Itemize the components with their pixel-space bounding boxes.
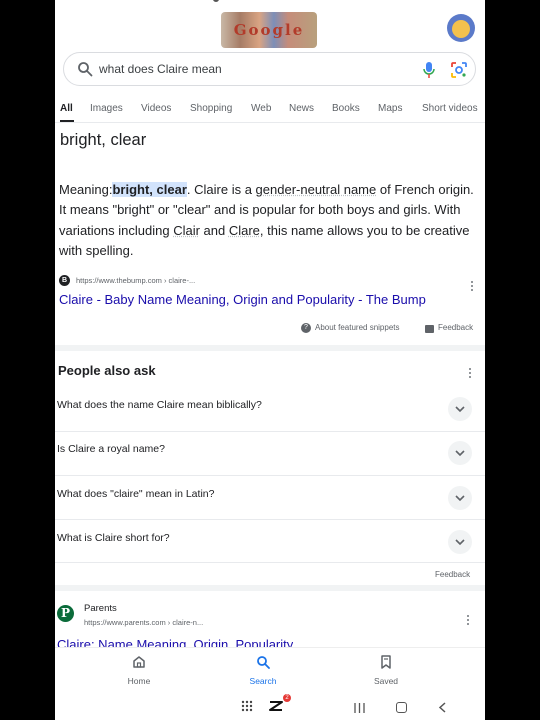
featured-answer: bright, clear (60, 131, 147, 149)
about-featured-snippets[interactable]: About featured snippets (315, 323, 400, 335)
chevron-down-icon[interactable] (448, 530, 472, 554)
chevron-down-icon[interactable] (448, 397, 472, 421)
notification-badge: 2 (283, 694, 291, 702)
result-url[interactable]: https://www.parents.com › claire-n... (84, 618, 203, 627)
tab-images[interactable]: Images (90, 103, 123, 114)
status-bar (55, 0, 485, 6)
tab-news[interactable]: News (289, 103, 314, 114)
camera-dot (213, 0, 219, 2)
paa-question-text: What does "claire" mean in Latin? (57, 488, 215, 500)
paa-feedback[interactable]: Feedback (435, 570, 470, 579)
paa-more-options-icon[interactable] (468, 368, 472, 380)
paa-question[interactable]: Is Claire a royal name? (55, 441, 485, 487)
search-query[interactable]: what does Claire mean (99, 62, 222, 76)
nav-search[interactable]: Search (223, 648, 303, 694)
source-url[interactable]: https://www.thebump.com › claire-... (76, 276, 195, 285)
tab-all[interactable]: All (60, 103, 73, 114)
tab-books[interactable]: Books (332, 103, 360, 114)
snippet-text-1: . Claire is a (186, 182, 256, 197)
clare-link[interactable]: Clare (229, 223, 260, 238)
gender-neutral-link[interactable]: gender-neutral name (256, 182, 377, 197)
bottom-navigation: Home Search Saved (55, 647, 485, 693)
paa-divider (55, 562, 485, 563)
snippet-prefix: Meaning: (59, 182, 113, 197)
paa-question-text: What is Claire short for? (57, 532, 170, 544)
paa-question[interactable]: What does "claire" mean in Latin? (55, 486, 485, 532)
more-options-icon[interactable] (470, 281, 474, 293)
clair-link[interactable]: Clair (173, 223, 200, 238)
snippet-result-title[interactable]: Claire - Baby Name Meaning, Origin and P… (59, 292, 426, 307)
section-divider (55, 345, 485, 351)
result-more-options-icon[interactable] (466, 615, 470, 627)
paa-divider (55, 475, 485, 476)
app-grid-icon[interactable] (241, 700, 253, 712)
google-lens-icon[interactable] (450, 61, 468, 79)
nav-home[interactable]: Home (99, 648, 179, 694)
chevron-down-icon[interactable] (448, 486, 472, 510)
search-icon (78, 62, 93, 77)
nav-search-label: Search (249, 676, 277, 686)
nav-saved-label: Saved (373, 676, 399, 686)
phone-screen: Google what does Claire mean All Images … (55, 0, 485, 720)
snippet-feedback[interactable]: Feedback (438, 323, 473, 335)
nav-saved[interactable]: Saved (346, 648, 426, 694)
capcut-icon[interactable] (269, 699, 283, 713)
google-doodle[interactable]: Google (221, 12, 317, 48)
snippet-text-3: and (199, 222, 229, 238)
recent-apps-icon[interactable] (354, 703, 365, 713)
system-navigation-bar: 2 (55, 693, 485, 720)
chevron-down-icon[interactable] (448, 441, 472, 465)
paa-divider (55, 431, 485, 432)
featured-snippet-text: Meaning:bright, clear. Claire is a gende… (59, 180, 479, 261)
doodle-text: Google (233, 21, 305, 39)
search-tabs: All Images Videos Shopping Web News Book… (55, 100, 485, 122)
tab-maps[interactable]: Maps (378, 103, 402, 114)
home-icon (133, 656, 145, 668)
mic-icon[interactable] (422, 61, 436, 79)
parents-favicon: P (57, 605, 74, 622)
tab-web[interactable]: Web (251, 103, 271, 114)
paa-question[interactable]: What does the name Claire mean biblicall… (55, 397, 485, 443)
paa-question-text: Is Claire a royal name? (57, 443, 165, 455)
thebump-favicon: B (59, 275, 70, 286)
paa-question[interactable]: What is Claire short for? (55, 530, 485, 576)
section-divider (55, 585, 485, 591)
people-also-ask-title: People also ask (58, 363, 156, 378)
search-icon (257, 656, 270, 669)
paa-divider (55, 519, 485, 520)
question-mark-icon: ? (301, 323, 311, 333)
home-button-icon[interactable] (396, 702, 407, 713)
tab-short-videos[interactable]: Short videos (422, 103, 478, 114)
back-icon[interactable] (438, 702, 448, 713)
paa-question-text: What does the name Claire mean biblicall… (57, 399, 262, 411)
tab-shopping[interactable]: Shopping (190, 103, 232, 114)
search-box[interactable]: what does Claire mean (63, 52, 476, 86)
profile-avatar[interactable] (447, 14, 475, 42)
nav-home-label: Home (127, 676, 151, 686)
bookmark-icon (381, 655, 391, 669)
tab-videos[interactable]: Videos (141, 103, 171, 114)
tabs-divider (55, 122, 485, 123)
result-site-name[interactable]: Parents (84, 603, 117, 614)
snippet-highlight: bright, clear (112, 182, 187, 197)
feedback-icon (425, 325, 434, 333)
